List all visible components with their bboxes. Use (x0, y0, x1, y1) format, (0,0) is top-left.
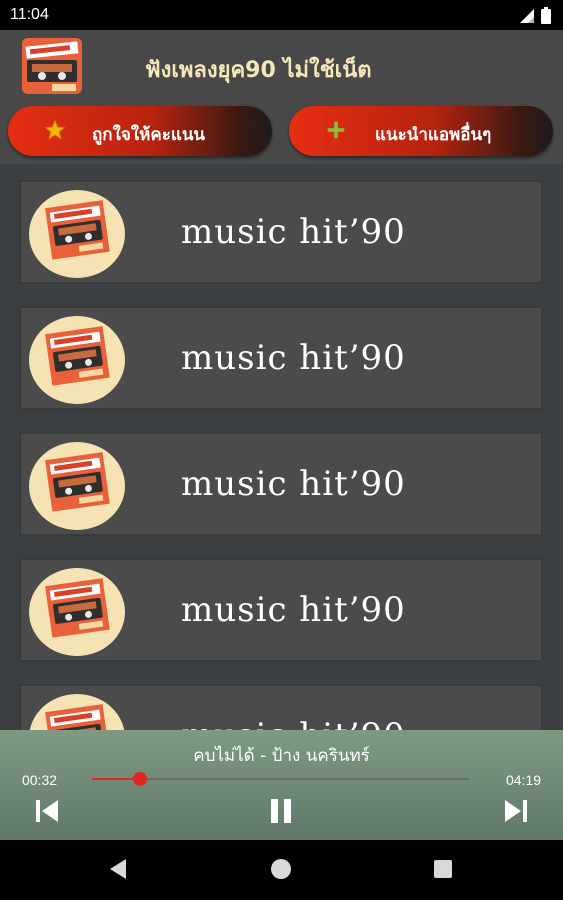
song-list[interactable]: music hit’90 music hit’90 music hit’90 m… (0, 164, 563, 730)
nav-back-button[interactable] (105, 858, 131, 884)
skip-previous-icon (33, 798, 61, 828)
status-time: 11:04 (10, 6, 49, 23)
cassette-thumb-icon (29, 694, 125, 730)
status-icons (519, 7, 551, 28)
home-icon (270, 858, 292, 884)
seek-thumb[interactable] (132, 772, 147, 786)
nav-recents-button[interactable] (430, 858, 456, 884)
current-time: 00:32 (22, 772, 58, 788)
item-title: music hit’90 (181, 212, 406, 252)
skip-next-icon (502, 798, 530, 828)
rate-app-button[interactable]: ถูกใจให้คะแนน (8, 106, 272, 156)
action-bar: ถูกใจให้คะแนน แนะนำแอพอื่นๆ (0, 100, 563, 164)
cassette-thumb-icon (29, 568, 125, 656)
list-item[interactable]: music hit’90 (19, 432, 543, 536)
cassette-logo-icon (22, 38, 82, 94)
status-bar: 11:04 (0, 0, 563, 30)
skip-next-button[interactable] (499, 798, 533, 828)
item-title: music hit’90 (181, 716, 406, 730)
cassette-thumb-icon (29, 316, 125, 404)
app-bar: ฟังเพลงยุค90 ไม่ใช้เน็ต (0, 30, 563, 100)
item-title: music hit’90 (181, 590, 406, 630)
list-item[interactable]: music hit’90 (19, 558, 543, 662)
list-item[interactable]: music hit’90 (19, 180, 543, 284)
skip-previous-button[interactable] (30, 798, 64, 828)
app-title: ฟังเพลงยุค90 ไม่ใช้เน็ต (145, 58, 372, 83)
star-icon (44, 119, 66, 146)
list-item[interactable]: music hit’90 (19, 684, 543, 730)
battery-icon (541, 7, 551, 28)
item-title: music hit’90 (181, 338, 406, 378)
nav-home-button[interactable] (268, 858, 294, 884)
recents-icon (433, 859, 453, 883)
more-apps-button[interactable]: แนะนำแอพอื่นๆ (289, 106, 553, 156)
back-icon (108, 858, 128, 884)
total-time: 04:19 (505, 772, 541, 788)
rate-app-label: ถูกใจให้คะแนน (92, 125, 206, 145)
track-title: คบไม่ได้ - ป้าง นครินทร์ (193, 746, 370, 766)
signal-icon (519, 8, 535, 28)
pause-icon (267, 797, 295, 829)
list-item[interactable]: music hit’90 (19, 306, 543, 410)
cassette-thumb-icon (29, 442, 125, 530)
navigation-bar (0, 840, 563, 900)
item-title: music hit’90 (181, 464, 406, 504)
more-apps-label: แนะนำแอพอื่นๆ (375, 125, 492, 145)
cassette-thumb-icon (29, 190, 125, 278)
pause-button[interactable] (264, 798, 298, 828)
music-player: คบไม่ได้ - ป้าง นครินทร์ 00:32 04:19 (0, 730, 563, 840)
seek-bar[interactable] (92, 772, 469, 786)
plus-icon (325, 119, 347, 146)
